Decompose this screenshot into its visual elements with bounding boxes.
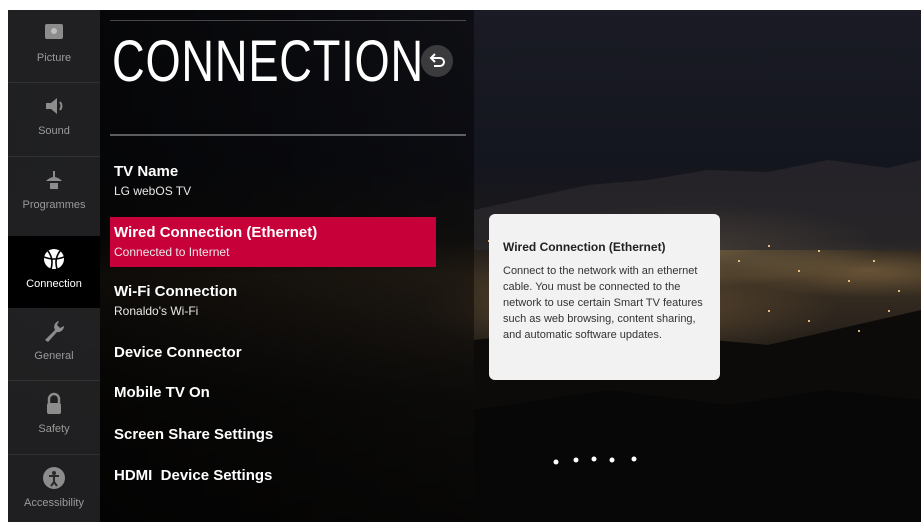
tv-screen: Picture Sound Programmes Connection Gene… xyxy=(8,10,921,522)
menu-item-value: Connected to Internet xyxy=(114,245,230,259)
wrench-icon xyxy=(41,318,67,344)
sidebar-item-label: General xyxy=(34,350,74,362)
tooltip-body: Connect to the network with an ethernet … xyxy=(503,265,703,341)
sidebar-item-connection[interactable]: Connection xyxy=(8,236,100,308)
menu-item-screen-share-settings[interactable]: Screen Share Settings xyxy=(110,422,436,452)
sidebar-item-safety[interactable]: Safety xyxy=(8,381,100,453)
sidebar-item-label: Programmes xyxy=(22,199,86,211)
menu-item-mobile-tv-on[interactable]: Mobile TV On xyxy=(110,380,436,410)
person-icon xyxy=(41,465,67,491)
menu-item-label: TV Name xyxy=(114,163,179,180)
header-top-divider xyxy=(110,20,466,21)
menu-item-wifi-connection[interactable]: Wi-Fi Connection Ronaldo's Wi-Fi xyxy=(110,280,436,326)
sidebar-item-label: Accessibility xyxy=(24,497,84,509)
menu-item-value: Ronaldo's Wi-Fi xyxy=(114,304,199,318)
back-button[interactable] xyxy=(421,45,453,77)
sidebar-item-picture[interactable]: Picture xyxy=(8,10,100,82)
menu-item-label: Mobile TV On xyxy=(114,384,210,401)
picture-icon xyxy=(41,20,67,46)
sidebar-item-sound[interactable]: Sound xyxy=(8,83,100,155)
page-title: CONNECTION xyxy=(112,29,424,94)
menu-item-label: Screen Share Settings xyxy=(114,426,274,443)
menu-item-label: Wired Connection (Ethernet) xyxy=(114,224,318,241)
sidebar-item-label: Safety xyxy=(38,423,70,435)
back-arrow-icon xyxy=(429,53,445,67)
sidebar-item-label: Picture xyxy=(36,52,72,64)
menu-item-device-connector[interactable]: Device Connector xyxy=(110,340,436,370)
category-sidebar: Picture Sound Programmes Connection Gene… xyxy=(8,10,100,522)
sidebar-item-general[interactable]: General xyxy=(8,308,100,380)
lock-icon xyxy=(41,391,67,417)
globe-icon xyxy=(41,246,67,272)
menu-item-value: LG webOS TV xyxy=(114,184,192,198)
sidebar-item-label: Sound xyxy=(38,125,70,137)
help-tooltip: Wired Connection (Ethernet) Connect to t… xyxy=(489,214,720,380)
sidebar-item-accessibility[interactable]: Accessibility xyxy=(8,455,100,522)
speaker-icon xyxy=(41,93,67,119)
menu-item-label: Device Connector xyxy=(114,344,242,361)
menu-item-hdmi-device-settings[interactable]: HDMI Device Settings xyxy=(110,463,436,493)
sidebar-item-label: Connection xyxy=(26,278,82,290)
header-divider xyxy=(110,134,466,136)
menu-item-label: HDMI Device Settings xyxy=(114,467,273,484)
menu-item-wired-connection[interactable]: Wired Connection (Ethernet) Connected to… xyxy=(110,217,436,267)
tooltip-title: Wired Connection (Ethernet) xyxy=(503,240,666,254)
menu-item-label: Wi-Fi Connection xyxy=(114,283,238,300)
sidebar-item-programmes[interactable]: Programmes xyxy=(8,157,100,229)
antenna-icon xyxy=(41,167,67,193)
menu-item-tv-name[interactable]: TV Name LG webOS TV xyxy=(110,160,436,206)
